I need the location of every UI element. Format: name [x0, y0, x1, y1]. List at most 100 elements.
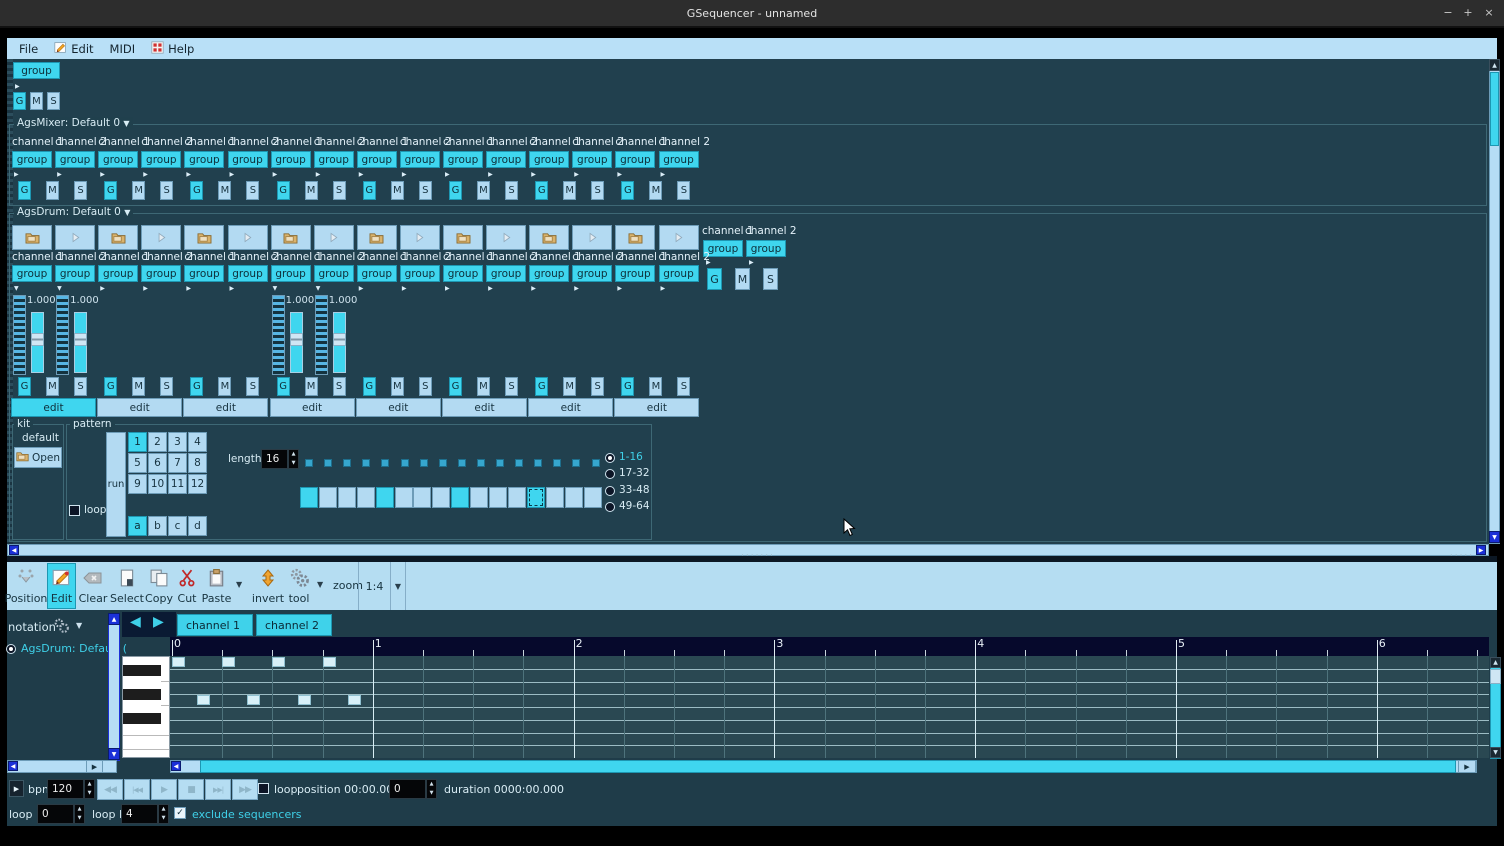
- edit-tab[interactable]: edit: [614, 398, 699, 417]
- channel-mute-button[interactable]: M: [132, 377, 145, 396]
- channel-solo-button[interactable]: S: [763, 268, 778, 290]
- spin-up-icon[interactable]: ▲: [292, 452, 296, 457]
- edit-tab[interactable]: edit: [356, 398, 441, 417]
- channel-group-button[interactable]: G: [13, 92, 26, 110]
- edit-tab[interactable]: edit: [97, 398, 182, 417]
- channel-group-button[interactable]: G: [363, 377, 376, 396]
- previous-button[interactable]: |◀◀: [124, 779, 150, 800]
- tool-button[interactable]: tool: [285, 564, 313, 608]
- pattern-pad[interactable]: [508, 487, 526, 508]
- offset-stepper[interactable]: ▲▼: [426, 779, 437, 799]
- bpm-stepper[interactable]: ▲▼: [84, 779, 95, 799]
- drum-group-button[interactable]: group: [443, 265, 483, 282]
- notation-machine-radio[interactable]: [6, 644, 16, 654]
- channel-group-button[interactable]: G: [707, 268, 722, 290]
- pattern-index-button[interactable]: 11: [168, 474, 187, 494]
- pattern-bank-button[interactable]: c: [168, 516, 187, 536]
- channel-solo-button[interactable]: S: [591, 181, 604, 200]
- channel-mute-button[interactable]: M: [30, 92, 43, 110]
- pattern-pad[interactable]: [319, 487, 337, 508]
- channel-solo-button[interactable]: S: [419, 181, 432, 200]
- clear-button[interactable]: Clear: [78, 564, 108, 608]
- channel-solo-button[interactable]: S: [74, 377, 87, 396]
- edit-tab[interactable]: edit: [528, 398, 613, 417]
- spin-up-icon[interactable]: ▲: [162, 807, 166, 812]
- pattern-index-button[interactable]: 5: [128, 453, 147, 473]
- channel-solo-button[interactable]: S: [333, 181, 346, 200]
- channel-solo-button[interactable]: S: [505, 377, 518, 396]
- drum-group-button[interactable]: group: [271, 265, 311, 282]
- edit-tab[interactable]: edit: [270, 398, 355, 417]
- drum-expander-icon[interactable]: ▶: [230, 285, 235, 292]
- note[interactable]: [222, 657, 235, 667]
- drum-expander-icon[interactable]: ▶: [617, 285, 622, 292]
- pattern-index-button[interactable]: 10: [148, 474, 167, 494]
- channel-group-button[interactable]: G: [449, 181, 462, 200]
- mixer-expander-icon[interactable]: ▶: [445, 171, 450, 178]
- channel-group-button[interactable]: G: [104, 377, 117, 396]
- mixer-group-button[interactable]: group: [141, 151, 181, 168]
- next-button[interactable]: ▶▶|: [205, 779, 231, 800]
- pattern-pad[interactable]: [451, 487, 469, 508]
- mixer-expander-icon[interactable]: ▶: [574, 171, 579, 178]
- mixer-expander-icon[interactable]: ▶: [143, 171, 148, 178]
- drum-expander-icon[interactable]: ▼: [57, 285, 62, 292]
- drum-expander-icon[interactable]: ▶: [531, 285, 536, 292]
- piano-black-key[interactable]: [123, 689, 161, 700]
- zoom-combo[interactable]: 1:4: [358, 562, 391, 610]
- channel-mute-button[interactable]: M: [563, 181, 576, 200]
- pattern-index-button[interactable]: 4: [188, 432, 207, 452]
- group-machine-group-button[interactable]: group: [13, 62, 60, 79]
- mixer-expander-icon[interactable]: ▶: [186, 171, 191, 178]
- drum-expander-icon[interactable]: ▼: [316, 285, 321, 292]
- channel-group-button[interactable]: G: [277, 377, 290, 396]
- mixer-expander-icon[interactable]: ▶: [359, 171, 364, 178]
- note[interactable]: [323, 657, 336, 667]
- drum-expander-icon[interactable]: ▶: [574, 285, 579, 292]
- drum-open-button[interactable]: [98, 225, 138, 250]
- pattern-index-button[interactable]: 2: [148, 432, 167, 452]
- paned-grip-right[interactable]: ·····: [1432, 551, 1492, 561]
- tab-next-icon[interactable]: ▶: [153, 614, 164, 630]
- group-machine-expander-icon[interactable]: ▶: [15, 83, 20, 90]
- channel-mute-button[interactable]: M: [46, 181, 59, 200]
- note[interactable]: [247, 695, 260, 705]
- note[interactable]: [272, 657, 285, 667]
- drum-group-button[interactable]: group: [572, 265, 612, 282]
- channel-mute-button[interactable]: M: [649, 377, 662, 396]
- drum-group-button[interactable]: group: [12, 265, 52, 282]
- drum-open-button[interactable]: [12, 225, 52, 250]
- volume-slider-handle[interactable]: [74, 333, 87, 346]
- zoom-combo-arrow[interactable]: ▼: [391, 562, 406, 610]
- drum-play-button[interactable]: [659, 225, 699, 250]
- mixer-expander-icon[interactable]: ▶: [100, 171, 105, 178]
- tab-channel-1[interactable]: channel 1: [177, 614, 253, 636]
- mixer-expander-icon[interactable]: ▶: [230, 171, 235, 178]
- channel-group-button[interactable]: G: [104, 181, 117, 200]
- volume-slider-handle[interactable]: [333, 333, 346, 346]
- pattern-pad[interactable]: [413, 487, 431, 508]
- notation-left-vscroll-up[interactable]: ▲: [108, 613, 120, 625]
- pattern-index-button[interactable]: 8: [188, 453, 207, 473]
- drum-open-button[interactable]: [443, 225, 483, 250]
- mixer-group-button[interactable]: group: [12, 151, 52, 168]
- spin-up-icon[interactable]: ▲: [430, 782, 434, 787]
- pattern-index-button[interactable]: 1: [128, 432, 147, 452]
- notation-menu-arrow-icon[interactable]: ▼: [76, 621, 82, 630]
- drum-expander-icon[interactable]: ▶: [186, 285, 191, 292]
- spin-down-icon[interactable]: ▼: [430, 791, 434, 796]
- pattern-index-button[interactable]: 12: [188, 474, 207, 494]
- channel-mute-button[interactable]: M: [391, 181, 404, 200]
- pattern-pad[interactable]: [357, 487, 375, 508]
- note[interactable]: [298, 695, 311, 705]
- maximize-button[interactable]: +: [1461, 6, 1475, 19]
- pattern-pad[interactable]: [489, 487, 507, 508]
- pattern-pad[interactable]: [300, 487, 318, 508]
- loop-l-stepper[interactable]: ▲▼: [74, 804, 85, 824]
- drum-expander-icon[interactable]: ▶: [100, 285, 105, 292]
- transport-expander[interactable]: ▶: [9, 780, 24, 797]
- channel-solo-button[interactable]: S: [591, 377, 604, 396]
- note[interactable]: [197, 695, 210, 705]
- channel-mute-button[interactable]: M: [305, 181, 318, 200]
- machines-vscroll-down-stepper[interactable]: ▼: [1489, 531, 1500, 543]
